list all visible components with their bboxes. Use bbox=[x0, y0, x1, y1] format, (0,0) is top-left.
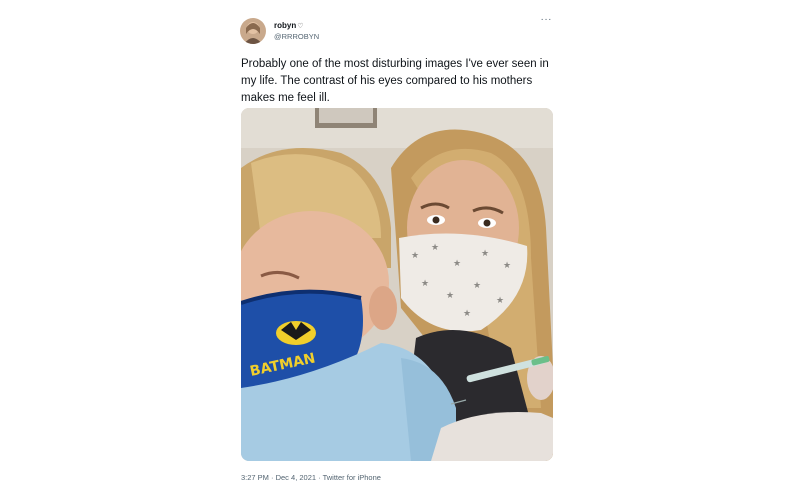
tweet-text: Probably one of the most disturbing imag… bbox=[241, 58, 549, 104]
avatar[interactable] bbox=[240, 18, 266, 44]
svg-text:★: ★ bbox=[411, 251, 419, 261]
svg-text:★: ★ bbox=[421, 279, 429, 289]
tweet-card: robyn♡ @RRROBYN ··· Probably one of the … bbox=[232, 8, 564, 490]
author-name-row[interactable]: robyn♡ bbox=[274, 21, 304, 30]
display-name[interactable]: robyn bbox=[274, 21, 296, 30]
svg-text:★: ★ bbox=[431, 243, 439, 253]
tweet-photo[interactable]: ★ ★ ★ ★ ★ ★ ★ ★ ★ ★ BATMAN bbox=[241, 108, 553, 461]
more-horizontal-icon[interactable]: ··· bbox=[541, 15, 553, 25]
svg-text:★: ★ bbox=[446, 291, 454, 301]
heart-icon: ♡ bbox=[297, 23, 304, 30]
svg-text:★: ★ bbox=[496, 296, 504, 306]
svg-text:★: ★ bbox=[463, 309, 471, 319]
svg-text:★: ★ bbox=[473, 281, 481, 291]
svg-text:★: ★ bbox=[481, 249, 489, 259]
user-handle[interactable]: @RRROBYN bbox=[274, 32, 319, 41]
svg-text:★: ★ bbox=[503, 261, 511, 271]
tweet-timestamp[interactable]: 3:27 PM · Dec 4, 2021 · Twitter for iPho… bbox=[241, 473, 381, 482]
svg-text:★: ★ bbox=[453, 259, 461, 269]
